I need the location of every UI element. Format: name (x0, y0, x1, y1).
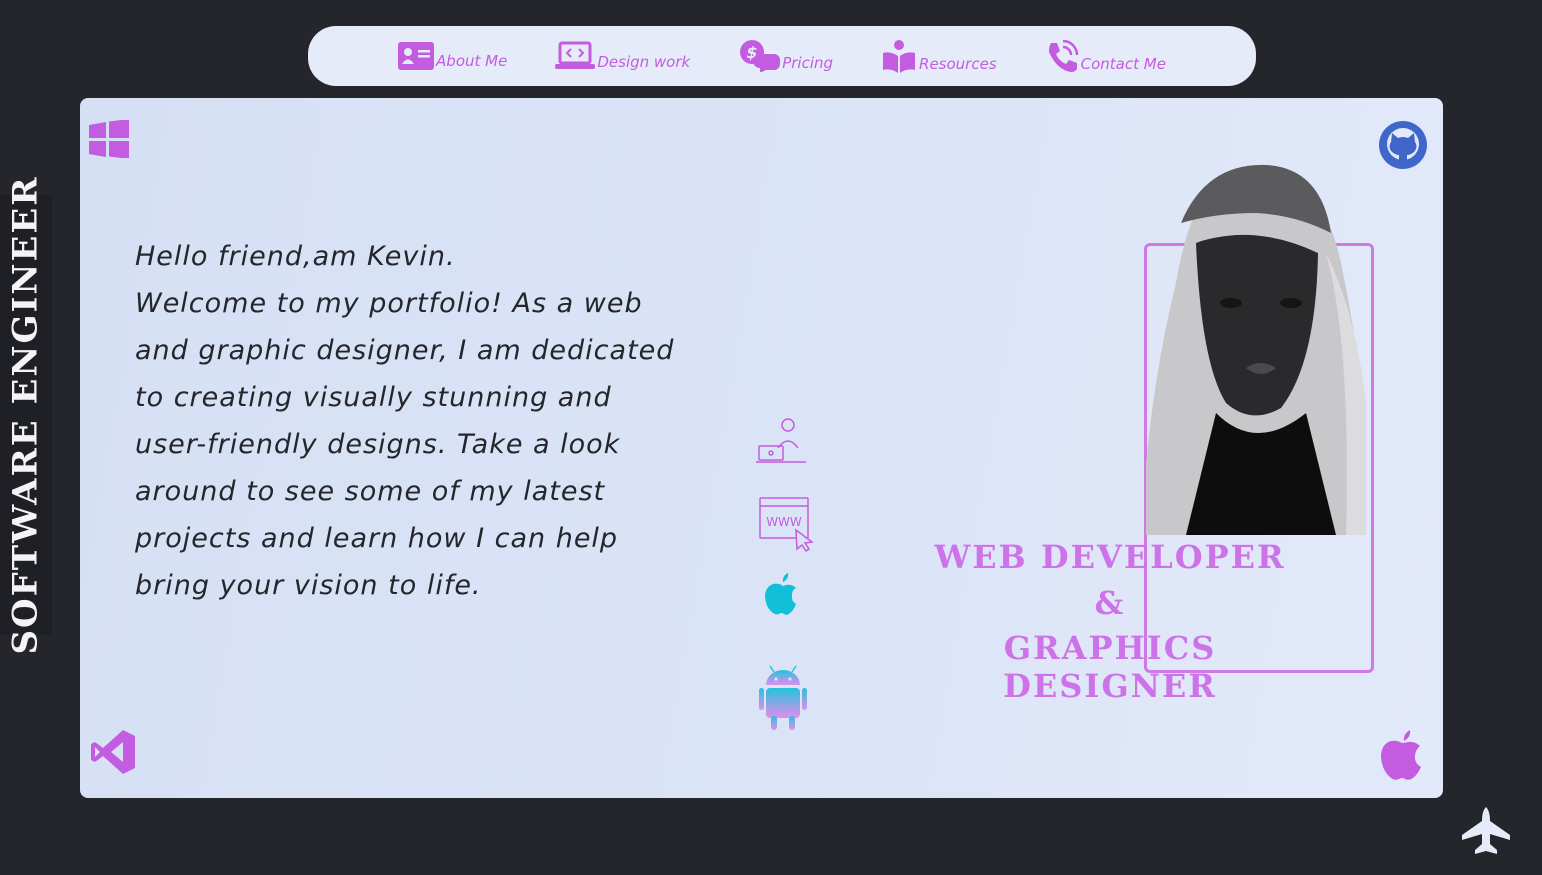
nav-design-work[interactable]: Design work (555, 41, 690, 71)
intro-line: and graphic designer, I am dedicated (135, 335, 675, 366)
nav-label: Contact Me (1080, 55, 1166, 73)
side-title-text: SOFTWARE ENGINEER (6, 175, 47, 655)
nav-pricing[interactable]: $ Pricing (738, 40, 833, 72)
nav-label: Resources (919, 55, 997, 73)
laptop-code-icon (555, 41, 596, 69)
scroll-to-top-jet-icon[interactable] (1460, 805, 1512, 857)
github-icon[interactable] (1378, 120, 1428, 170)
intro-paragraph: Hello friend,am Kevin. Welcome to my por… (135, 233, 735, 609)
role-ampersand: & (1094, 584, 1126, 622)
nav-label: Design work (597, 53, 691, 71)
intro-line: projects and learn how I can help (135, 523, 619, 554)
intro-line: to creating visually stunning and (135, 382, 612, 413)
intro-line: user-friendly designs. Take a look (135, 429, 621, 460)
apple-corner-icon[interactable] (1379, 728, 1425, 780)
intro-line: bring your vision to life. (135, 570, 482, 601)
side-title: SOFTWARE ENGINEER (0, 175, 52, 655)
nav-label: About Me (436, 52, 508, 70)
intro-line: Hello friend,am Kevin. (135, 241, 456, 272)
nav-about-me[interactable]: About Me (398, 42, 507, 70)
vscode-icon[interactable] (89, 728, 137, 776)
nav-contact-me[interactable]: Contact Me (1045, 39, 1166, 73)
phone-call-icon (1048, 39, 1078, 72)
reader-book-icon (883, 40, 916, 73)
pricing-chat-icon: $ (740, 40, 781, 72)
windows-icon[interactable] (89, 120, 129, 158)
nav-resources[interactable]: Resources (881, 39, 997, 73)
intro-line: around to see some of my latest (135, 476, 606, 507)
developer-desk-icon (756, 418, 806, 463)
nav-label: Pricing (782, 54, 834, 72)
hero-card: Hello friend,am Kevin. Welcome to my por… (80, 98, 1443, 798)
top-navbar: About Me Design work $ Pricing Resources (308, 26, 1256, 86)
id-card-icon (398, 42, 435, 70)
www-label: WWW (766, 515, 802, 529)
www-browser-icon: WWW (759, 497, 814, 553)
role-title-line-2: GRAPHICS DESIGNER (1003, 629, 1217, 705)
role-title-line-1: WEB DEVELOPER (934, 538, 1286, 576)
skills-timeline: WWW (756, 418, 814, 798)
apple-icon (765, 573, 796, 615)
profile-photo (1146, 164, 1366, 535)
intro-line: Welcome to my portfolio! As a web (135, 288, 643, 319)
